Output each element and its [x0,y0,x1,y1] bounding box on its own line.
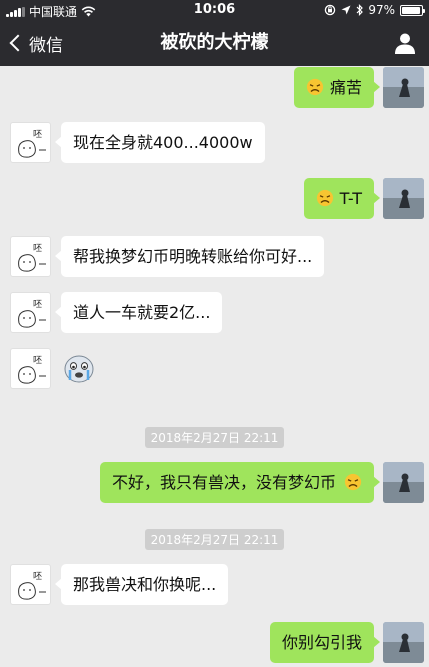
avatar-photo [383,67,424,108]
battery-icon [400,4,425,16]
self-avatar[interactable] [383,67,424,108]
self-avatar[interactable] [383,462,424,503]
avatar-photo [383,178,424,219]
message-bubble[interactable]: 不好，我只有兽决，没有梦幻币 [99,462,381,503]
orientation-lock-icon [325,4,336,16]
status-right: 97% [324,3,425,17]
message-bubble[interactable]: 现在全身就400...4000w [55,122,265,163]
message-bubble[interactable]: 你别勾引我 [269,622,381,663]
sad-face-emoji-icon [316,189,333,207]
message-text: 不好，我只有兽决，没有梦幻币 [111,473,336,492]
message-bubble[interactable]: T-T [303,178,381,219]
self-avatar[interactable] [383,622,424,663]
sad-face-emoji-icon [344,473,362,491]
message-bubble[interactable]: 道人一车就要2亿... [54,292,223,333]
navigation-bar: 微信 被砍的大柠檬 [0,20,429,66]
sad-face-emoji-icon [306,78,324,96]
message-text: 道人一车就要2亿... [73,303,211,322]
message-list[interactable]: 痛苦 呸 现在全身就400...4000w T-T 呸 帮我换梦幻币明晚转账给你… [0,66,429,667]
timestamp-text: 2018年2月27日 22:11 [144,529,285,550]
avatar-photo [383,462,424,503]
svg-text:呸: 呸 [33,355,42,366]
timestamp-badge: 2018年2月27日 22:11 [0,427,429,448]
message-text: 你别勾引我 [281,633,362,652]
message-text: 那我兽决和你换呢... [73,575,217,594]
message-text: 痛苦 [329,78,362,97]
message-text: 帮我换梦幻币明晚转账给你可好... [73,247,313,266]
chat-title: 被砍的大柠檬 [160,32,269,53]
message-bubble[interactable]: 痛苦 [293,67,381,108]
svg-text:呸: 呸 [33,299,42,310]
crying-sticker-icon[interactable] [61,350,97,386]
svg-text:呸: 呸 [33,129,42,140]
bluetooth-icon [356,4,364,16]
battery-level-fill [402,6,421,14]
doodle-avatar-icon: 呸 [18,299,46,328]
doodle-avatar-icon: 呸 [18,571,46,600]
message-text: 现在全身就400...4000w [73,133,253,152]
svg-text:呸: 呸 [33,571,42,582]
battery-percent: 97% [368,3,395,17]
avatar-photo [383,622,424,663]
self-avatar[interactable] [383,178,424,219]
contact-avatar[interactable]: 呸 [10,348,51,389]
svg-text:呸: 呸 [33,243,42,254]
contact-avatar[interactable]: 呸 [10,292,51,333]
location-icon [341,5,351,15]
contact-avatar[interactable]: 呸 [10,122,51,163]
message-bubble[interactable]: 那我兽决和你换呢... [54,564,229,605]
status-bar: 中国联通 10:06 97% [0,0,429,20]
timestamp-badge: 2018年2月27日 22:11 [0,529,429,550]
message-bubble[interactable]: 帮我换梦幻币明晚转账给你可好... [54,236,325,277]
person-icon[interactable] [393,31,417,55]
doodle-avatar-icon: 呸 [18,129,46,158]
doodle-avatar-icon: 呸 [18,355,46,384]
timestamp-text: 2018年2月27日 22:11 [144,427,285,448]
doodle-avatar-icon: 呸 [18,243,46,272]
contact-avatar[interactable]: 呸 [10,564,51,605]
message-text: T-T [339,189,362,208]
contact-avatar[interactable]: 呸 [10,236,51,277]
